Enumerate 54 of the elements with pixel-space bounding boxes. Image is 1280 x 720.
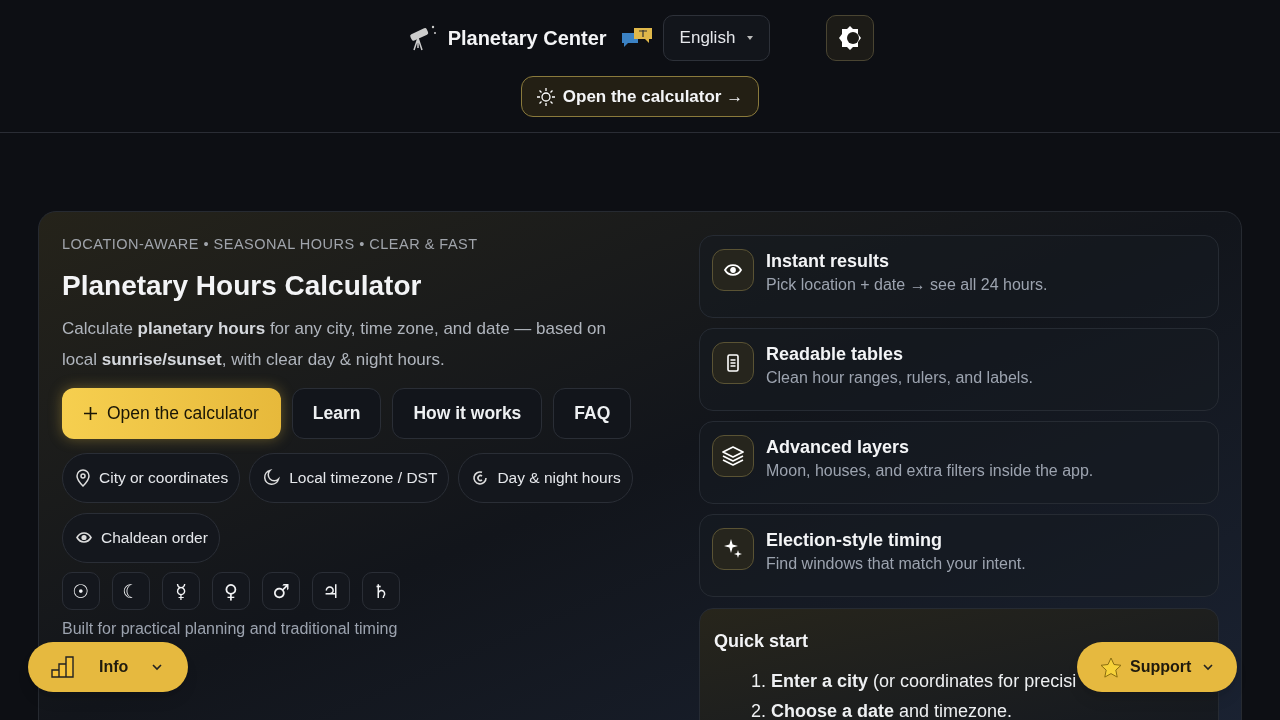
card-title: Advanced layers (766, 436, 911, 459)
quick-start-title: Quick start (714, 630, 810, 653)
open-calculator-button[interactable]: Open the calculator (62, 387, 281, 439)
info-button[interactable]: Info (28, 642, 188, 692)
eyebrow-text: LOCATION-AWARE • SEASONAL HOURS • CLEAR & FAST (62, 235, 479, 254)
nav-button[interactable]: Learn (291, 387, 382, 439)
theme-icon (837, 25, 864, 51)
caret-icon (747, 36, 754, 40)
card-title: Readable tables (766, 343, 905, 366)
step-text: Choose a date and timezone. (771, 700, 1013, 720)
nav-button[interactable]: How it works (392, 387, 543, 439)
cycle-icon (472, 469, 489, 486)
sun-icon (536, 87, 555, 106)
feature-chip: Local timezone / DST (249, 452, 450, 503)
card-text: Clean hour ranges, rulers, and labels. (766, 368, 1033, 388)
planet-symbol: ♄ (362, 571, 400, 610)
eye-icon (76, 532, 92, 544)
step-number: 2. (751, 700, 766, 720)
step-number: 1. (751, 670, 766, 693)
planet-symbol: ♃ (312, 571, 350, 610)
star-icon (1100, 656, 1122, 678)
card-text: Moon, houses, and extra filters inside the app. (766, 461, 1094, 481)
feature-chip: Chaldean order (62, 512, 220, 563)
planet-symbol: ♀ (212, 571, 250, 610)
theme-toggle-button[interactable] (826, 15, 875, 61)
map-pin-icon (76, 468, 90, 487)
moon-icon (263, 469, 281, 487)
lead-paragraph: Calculate planetary hours for any city, time zone, and date — based on local sunrise/sunset, with clear day & night hours. (62, 317, 607, 371)
step-text: Enter a city (or coordinates for precisi (771, 670, 1077, 693)
planet-symbol: ♂ (262, 571, 300, 610)
tagline-text: Built for practical planning and traditional timing (62, 618, 399, 639)
bar-chart-icon (51, 656, 75, 678)
language-dropdown[interactable]: English (662, 15, 771, 61)
page-title: Planetary Hours Calculator (62, 268, 423, 303)
document-icon (727, 354, 739, 372)
card-title: Instant results (766, 250, 891, 273)
brand-name[interactable]: Planetary Center (447, 23, 607, 53)
chevron-down-icon (152, 663, 163, 671)
planet-symbol: ☿ (162, 571, 200, 610)
card-text: Find windows that match your intent. (766, 554, 1026, 574)
translate-icon[interactable] (620, 27, 653, 49)
eye-icon (724, 264, 742, 276)
layers-icon (722, 446, 744, 466)
chevron-down-icon (1203, 663, 1214, 671)
planet-symbol: ☉ (62, 571, 100, 610)
card-text: Pick location + date → see all 24 hours. (766, 275, 1048, 295)
planet-symbol: ☾ (112, 571, 150, 610)
open-calculator-button[interactable]: Open the calculator → (520, 76, 760, 117)
nav-button[interactable]: FAQ (553, 387, 632, 439)
card-title: Election-style timing (766, 529, 944, 552)
support-button[interactable]: Support (1077, 642, 1237, 692)
feature-chip: City or coordinates (62, 452, 241, 503)
feature-chip: Day & night hours (458, 452, 633, 503)
plus-icon (84, 406, 97, 420)
